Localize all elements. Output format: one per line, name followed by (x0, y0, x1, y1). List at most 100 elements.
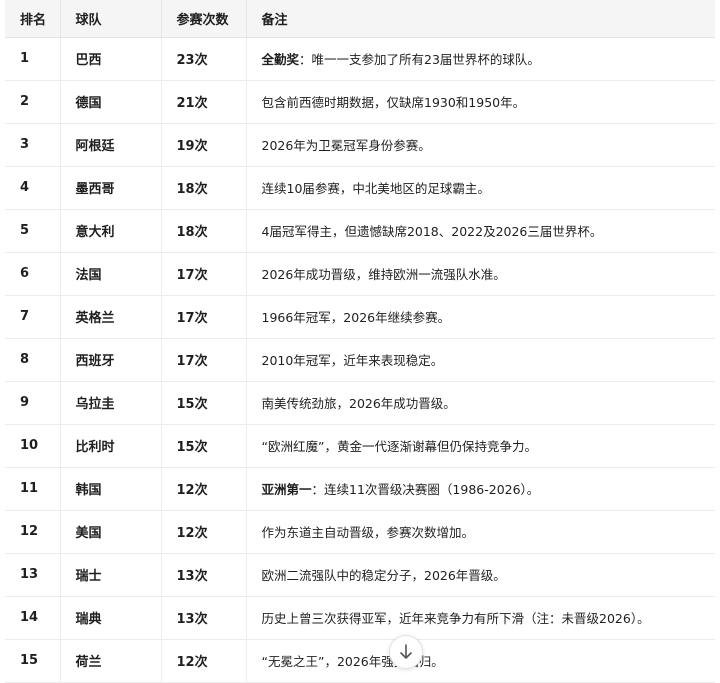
note-cell: 连续10届参赛，中北美地区的足球霸主。 (246, 166, 715, 210)
team-cell: 西班牙 (60, 338, 162, 382)
note-cell: 欧洲二流强队中的稳定分子，2026年晋级。 (246, 553, 715, 597)
note-cell: 南美传统劲旅，2026年成功晋级。 (246, 381, 715, 425)
note-text: 南美传统劲旅，2026年成功晋级。 (261, 396, 456, 411)
count-cell: 19次 (161, 123, 247, 167)
note-cell: “欧洲红魔”，黄金一代逐渐谢幕但仍保持竞争力。 (246, 424, 715, 468)
table-row: 3 阿根廷 19次 2026年为卫冕冠军身份参赛。 (5, 123, 715, 167)
count-cell: 12次 (161, 467, 247, 511)
team-cell: 瑞士 (60, 553, 162, 597)
rank-cell: 9 (5, 381, 61, 425)
team-cell: 瑞典 (60, 596, 162, 640)
count-cell: 17次 (161, 338, 247, 382)
rank-cell: 6 (5, 252, 61, 296)
rank-cell: 12 (5, 510, 61, 554)
rank-cell: 3 (5, 123, 61, 167)
team-cell: 法国 (60, 252, 162, 296)
note-text: 作为东道主自动晋级，参赛次数增加。 (261, 525, 475, 540)
team-cell: 阿根廷 (60, 123, 162, 167)
note-text: ：唯一一支参加了所有23届世界杯的球队。 (299, 52, 540, 67)
table-row: 2 德国 21次 包含前西德时期数据，仅缺席1930和1950年。 (5, 80, 715, 124)
note-cell: 亚洲第一：连续11次晋级决赛圈（1986-2026）。 (246, 467, 715, 511)
count-cell: 17次 (161, 252, 247, 296)
count-cell: 18次 (161, 166, 247, 210)
count-cell: 12次 (161, 639, 247, 683)
note-text: 欧洲二流强队中的稳定分子，2026年晋级。 (261, 568, 506, 583)
count-cell: 21次 (161, 80, 247, 124)
note-text: ：连续11次晋级决赛圈（1986-2026）。 (311, 482, 540, 497)
header-team: 球队 (60, 0, 162, 38)
table-row: 15 荷兰 12次 “无冕之王”，2026年强势回归。 (5, 639, 715, 683)
count-cell: 18次 (161, 209, 247, 253)
team-cell: 比利时 (60, 424, 162, 468)
team-cell: 墨西哥 (60, 166, 162, 210)
note-lead: 全勤奖 (261, 52, 300, 67)
rank-cell: 2 (5, 80, 61, 124)
scroll-down-button[interactable] (389, 635, 423, 669)
note-text: 连续10届参赛，中北美地区的足球霸主。 (261, 181, 490, 196)
count-cell: 23次 (161, 37, 247, 81)
header-rank: 排名 (5, 0, 61, 38)
count-cell: 12次 (161, 510, 247, 554)
rank-cell: 11 (5, 467, 61, 511)
table-header: 排名 球队 参赛次数 备注 (5, 0, 715, 38)
count-cell: 13次 (161, 553, 247, 597)
count-cell: 17次 (161, 295, 247, 339)
table-row: 6 法国 17次 2026年成功晋级，维持欧洲一流强队水准。 (5, 252, 715, 296)
rank-cell: 7 (5, 295, 61, 339)
rank-cell: 4 (5, 166, 61, 210)
rank-cell: 5 (5, 209, 61, 253)
table-row: 5 意大利 18次 4届冠军得主，但遗憾缺席2018、2022及2026三届世界杯。 (5, 209, 715, 253)
note-cell: 2010年冠军，近年来表现稳定。 (246, 338, 715, 382)
rank-cell: 13 (5, 553, 61, 597)
note-cell: 4届冠军得主，但遗憾缺席2018、2022及2026三届世界杯。 (246, 209, 715, 253)
table-body: 1 巴西 23次 全勤奖：唯一一支参加了所有23届世界杯的球队。 2 德国 21次 包含前西德… (5, 37, 715, 683)
note-lead: 亚洲第一 (261, 482, 312, 497)
table-row: 12 美国 12次 作为东道主自动晋级，参赛次数增加。 (5, 510, 715, 554)
team-cell: 美国 (60, 510, 162, 554)
team-cell: 巴西 (60, 37, 162, 81)
note-cell: 2026年为卫冕冠军身份参赛。 (246, 123, 715, 167)
note-text: 2026年为卫冕冠军身份参赛。 (261, 138, 431, 153)
note-text: “欧洲红魔”，黄金一代逐渐谢幕但仍保持竞争力。 (261, 439, 537, 454)
rank-cell: 10 (5, 424, 61, 468)
rank-cell: 14 (5, 596, 61, 640)
header-note: 备注 (246, 0, 715, 38)
note-text: 2026年成功晋级，维持欧洲一流强队水准。 (261, 267, 506, 282)
rank-cell: 8 (5, 338, 61, 382)
note-cell: 全勤奖：唯一一支参加了所有23届世界杯的球队。 (246, 37, 715, 81)
note-cell: 2026年成功晋级，维持欧洲一流强队水准。 (246, 252, 715, 296)
count-cell: 13次 (161, 596, 247, 640)
team-cell: 乌拉圭 (60, 381, 162, 425)
header-row: 排名 球队 参赛次数 备注 (5, 0, 715, 38)
teams-table: 排名 球队 参赛次数 备注 1 巴西 23次 全勤奖：唯一一支参加了所有23届世界杯的… (5, 0, 715, 683)
table-row: 13 瑞士 13次 欧洲二流强队中的稳定分子，2026年晋级。 (5, 553, 715, 597)
note-text: 4届冠军得主，但遗憾缺席2018、2022及2026三届世界杯。 (261, 224, 603, 239)
rank-cell: 15 (5, 639, 61, 683)
team-cell: 德国 (60, 80, 162, 124)
count-cell: 15次 (161, 424, 247, 468)
table-row: 8 西班牙 17次 2010年冠军，近年来表现稳定。 (5, 338, 715, 382)
note-text: 1966年冠军，2026年继续参赛。 (261, 310, 451, 325)
arrow-down-icon (400, 644, 412, 659)
team-cell: 荷兰 (60, 639, 162, 683)
header-count: 参赛次数 (161, 0, 247, 38)
table-row: 11 韩国 12次 亚洲第一：连续11次晋级决赛圈（1986-2026）。 (5, 467, 715, 511)
table-row: 4 墨西哥 18次 连续10届参赛，中北美地区的足球霸主。 (5, 166, 715, 210)
table-row: 10 比利时 15次 “欧洲红魔”，黄金一代逐渐谢幕但仍保持竞争力。 (5, 424, 715, 468)
rank-cell: 1 (5, 37, 61, 81)
table-row: 9 乌拉圭 15次 南美传统劲旅，2026年成功晋级。 (5, 381, 715, 425)
team-cell: 韩国 (60, 467, 162, 511)
note-cell: 包含前西德时期数据，仅缺席1930和1950年。 (246, 80, 715, 124)
note-cell: 历史上曾三次获得亚军，近年来竞争力有所下滑（注：未晋级2026）。 (246, 596, 715, 640)
table-row: 1 巴西 23次 全勤奖：唯一一支参加了所有23届世界杯的球队。 (5, 37, 715, 81)
note-text: 2010年冠军，近年来表现稳定。 (261, 353, 444, 368)
table-row: 14 瑞典 13次 历史上曾三次获得亚军，近年来竞争力有所下滑（注：未晋级2026）。 (5, 596, 715, 640)
team-cell: 意大利 (60, 209, 162, 253)
team-cell: 英格兰 (60, 295, 162, 339)
note-cell: 作为东道主自动晋级，参赛次数增加。 (246, 510, 715, 554)
count-cell: 15次 (161, 381, 247, 425)
note-text: 包含前西德时期数据，仅缺席1930和1950年。 (261, 95, 526, 110)
table-row: 7 英格兰 17次 1966年冠军，2026年继续参赛。 (5, 295, 715, 339)
note-text: 历史上曾三次获得亚军，近年来竞争力有所下滑（注：未晋级2026）。 (261, 611, 650, 626)
note-cell: “无冕之王”，2026年强势回归。 (246, 639, 715, 683)
